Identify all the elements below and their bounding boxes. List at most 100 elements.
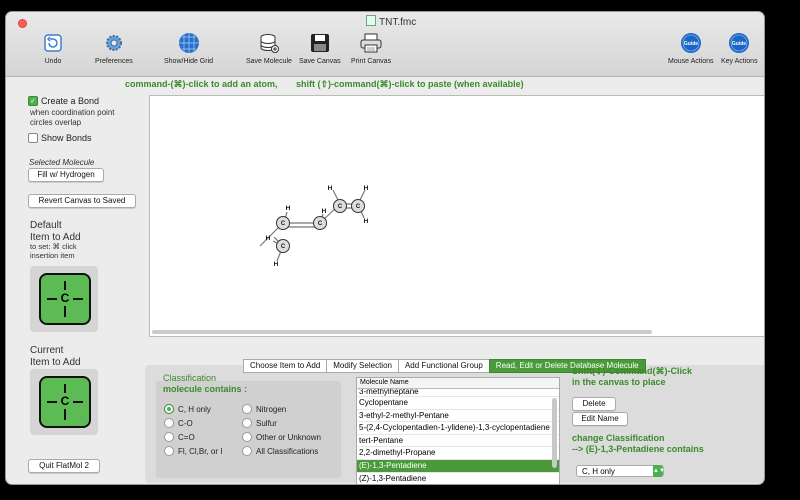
current-item-line1: Current [30,345,64,356]
grid-globe-icon [178,32,200,54]
database-icon [258,32,280,54]
svg-text:H: H [322,208,327,215]
add-atom-hint: command-(⌘)-click to add an atom, [125,79,278,89]
classification-select[interactable]: C, H only ▲▼ [576,465,665,477]
create-bond-checkbox[interactable]: ✓ Create a Bond [28,96,99,106]
set-hint-line1: to set: ⌘ click [30,242,77,251]
close-window-button[interactable] [18,19,27,28]
preferences-button[interactable]: Preferences [95,32,133,65]
create-bond-desc-line2: circles overlap [30,118,82,127]
edit-name-button[interactable]: Edit Name [572,412,628,426]
quit-button[interactable]: Quit FlatMol 2 [28,459,100,473]
mouse-actions-label: Mouse Actions [668,58,714,65]
save-canvas-button[interactable]: Save Canvas [299,32,341,65]
radio-c-double-o[interactable]: C=O [164,432,195,442]
save-molecule-label: Save Molecule [246,58,292,65]
default-item-line1: Default [30,220,62,231]
canvas-horizontal-scrollbar[interactable] [152,330,652,334]
save-molecule-button[interactable]: Save Molecule [246,32,292,65]
radio-halogen[interactable]: Fl, Cl,Br, or I [164,446,222,456]
list-scrollbar[interactable] [552,398,557,468]
svg-text:C: C [318,221,323,227]
fill-hydrogen-button[interactable]: Fill w/ Hydrogen [28,168,104,182]
shift-click-hint: Shift(⇧)-Command(⌘)-Click in the canvas t… [572,366,692,388]
undo-label: Undo [44,58,62,65]
classification-title: Classification [163,373,217,383]
current-item-heading: Current Item to Add [30,345,81,369]
change-classification-line1: change Classification [572,433,665,443]
mouse-actions-button[interactable]: Guide Mouse Actions [668,32,714,65]
create-bond-label: Create a Bond [41,96,100,106]
radio-all-classifications[interactable]: All Classifications [242,446,318,456]
svg-text:C: C [281,244,286,250]
list-item[interactable]: 2,2-dimethyl-Propane [357,447,559,460]
checkmark-icon: ✓ [28,96,38,106]
floppy-disk-icon [309,32,331,54]
molecule-drawing: C C C C C H H H H H H H [259,185,369,268]
carbon-atom-icon: C [39,376,91,428]
window-title-text: TNT.fmc [379,17,417,28]
revert-canvas-button[interactable]: Revert Canvas to Saved [28,194,136,208]
print-canvas-button[interactable]: Print Canvas [351,32,391,65]
radio-nitrogen[interactable]: Nitrogen [242,404,286,414]
current-item-tile[interactable]: C [30,369,98,435]
molecule-list[interactable]: Molecule Name 3-methylheptane Cyclopenta… [356,377,560,484]
shift-click-hint-line1: Shift(⇧)-Command(⌘)-Click [572,366,693,376]
list-item[interactable]: 5-(2,4-Cyclopentadien-1-ylidene)-1,3-cyc… [357,422,559,435]
shift-click-hint-line2: in the canvas to place [572,377,666,387]
svg-text:C: C [281,221,286,227]
gear-icon [103,32,125,54]
delete-button[interactable]: Delete [572,397,616,411]
molecule-contains-title: molecule contains : [163,384,248,394]
tab-choose-item[interactable]: Choose Item to Add [243,359,328,373]
set-hint-line2: insertion item [30,251,75,260]
list-item[interactable]: 3-methylheptane [357,389,559,397]
undo-button[interactable]: Undo [42,32,64,65]
undo-icon [42,32,64,54]
show-bonds-label: Show Bonds [41,133,92,143]
printer-icon [360,32,382,54]
show-bonds-checkbox[interactable]: Show Bonds [28,133,92,143]
svg-text:H: H [286,205,291,212]
change-classification-line2: --> (E)-1,3-Pentadiene contains [572,444,704,454]
preferences-label: Preferences [95,58,133,65]
svg-text:H: H [274,261,279,268]
create-bond-desc-line1: when coordination point [30,108,115,117]
list-item[interactable]: tert-Pentane [357,435,559,448]
show-hide-grid-button[interactable]: Show/Hide Grid [164,32,213,65]
svg-text:H: H [364,218,369,225]
list-item[interactable]: Cyclopentane [357,397,559,410]
list-item-selected[interactable]: (E)-1,3-Pentadiene [357,459,559,473]
window-title: TNT.fmc [366,15,416,28]
list-item[interactable]: (Z)-1,3-Pentadiene [357,473,559,484]
svg-text:H: H [364,185,369,192]
radio-ch-only[interactable]: C, H only [164,404,211,414]
svg-text:H: H [328,185,333,192]
show-hide-grid-label: Show/Hide Grid [164,58,214,65]
carbon-atom-icon: C [39,273,91,325]
svg-text:C: C [356,204,361,210]
save-canvas-label: Save Canvas [299,58,341,65]
list-item[interactable]: 3-ethyl-2-methyl-Pentane [357,410,559,423]
molecule-canvas[interactable]: C C C C C H H H H H H H [149,95,764,337]
titlebar: TNT.fmc Undo Preferences Show/Hide Grid … [6,12,764,77]
tab-modify-selection[interactable]: Modify Selection [326,359,399,373]
create-bond-description: when coordination point circles overlap [30,108,115,128]
classification-select-value: C, H only [582,467,615,476]
classification-box [156,381,341,478]
radio-c-o[interactable]: C-O [164,418,193,428]
key-actions-button[interactable]: Guide Key Actions [721,32,758,65]
app-window: TNT.fmc Undo Preferences Show/Hide Grid … [6,12,764,484]
molecule-list-header[interactable]: Molecule Name [357,378,559,389]
default-item-heading: Default Item to Add [30,220,81,244]
document-icon [366,15,376,26]
change-classification-label: change Classification --> (E)-1,3-Pentadi… [572,433,704,455]
svg-text:H: H [266,235,271,242]
svg-text:C: C [338,204,343,210]
radio-other-unknown[interactable]: Other or Unknown [242,432,321,442]
tab-add-functional-group[interactable]: Add Functional Group [397,359,490,373]
selected-molecule-label: Selected Molecule [29,158,95,167]
print-canvas-label: Print Canvas [351,58,392,65]
default-item-tile[interactable]: C [30,266,98,332]
radio-sulfur[interactable]: Sulfur [242,418,277,428]
